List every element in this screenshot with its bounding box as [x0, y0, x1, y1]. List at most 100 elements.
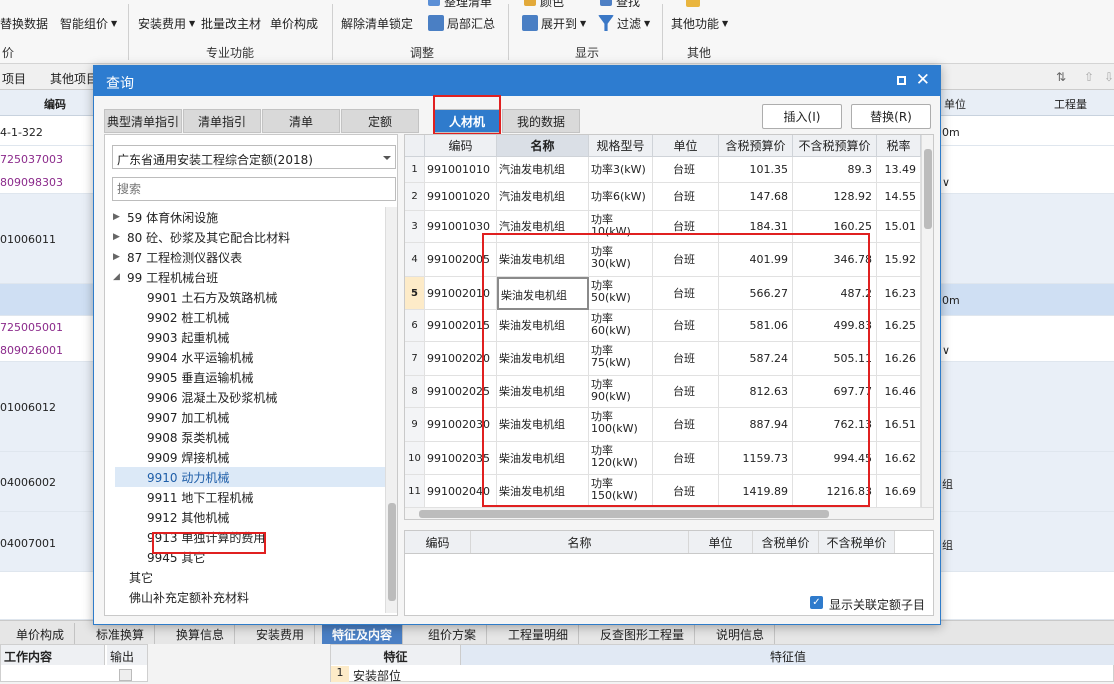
- row-number[interactable]: 7: [405, 342, 425, 376]
- cell-unit[interactable]: 台班: [653, 475, 719, 508]
- tree-node-selected[interactable]: 9910 动力机械: [115, 467, 385, 487]
- cell-code[interactable]: 991002010: [425, 277, 497, 310]
- cell-spec[interactable]: 功率3(kW): [589, 157, 653, 183]
- show-related-checkbox[interactable]: ✓: [810, 596, 823, 609]
- tree-scroll-thumb[interactable]: [388, 503, 396, 601]
- tab-install-fee[interactable]: 安装费用: [246, 623, 316, 644]
- cell-tax[interactable]: 16.23: [877, 277, 921, 310]
- cell-p2[interactable]: 499.83: [793, 310, 877, 342]
- cell-name[interactable]: 汽油发电机组: [497, 157, 589, 183]
- cell-unit[interactable]: 台班: [653, 310, 719, 342]
- cell-unit[interactable]: 台班: [653, 408, 719, 442]
- tree-scrollbar[interactable]: [385, 207, 397, 613]
- cell-spec[interactable]: 功率 60(kW): [589, 310, 653, 342]
- row-number[interactable]: 8: [405, 376, 425, 408]
- cell-tax[interactable]: 16.51: [877, 408, 921, 442]
- library-select[interactable]: 广东省通用安装工程综合定额(2018): [112, 145, 396, 169]
- expand-arrow-icon[interactable]: ▶: [113, 252, 127, 262]
- row-number[interactable]: 9: [405, 408, 425, 442]
- ribbon-top-other-icon[interactable]: [686, 0, 700, 8]
- cell-name[interactable]: 柴油发电机组: [497, 310, 589, 342]
- cell-tax[interactable]: 16.69: [877, 475, 921, 508]
- cell-name[interactable]: 柴油发电机组: [497, 442, 589, 475]
- cell-spec[interactable]: 功率 75(kW): [589, 342, 653, 376]
- tab-bill[interactable]: 清单: [262, 109, 340, 133]
- tree-node[interactable]: 9907 加工机械: [105, 407, 385, 427]
- cell-code[interactable]: 991002020: [425, 342, 497, 376]
- tab-typical-bill-guide[interactable]: 典型清单指引: [104, 109, 182, 133]
- cell-unit[interactable]: 台班: [653, 183, 719, 211]
- cell-tax[interactable]: 15.01: [877, 211, 921, 243]
- cell-spec[interactable]: 功率6(kW): [589, 183, 653, 211]
- cell-p2[interactable]: 505.11: [793, 342, 877, 376]
- col-header[interactable]: 含税预算价: [719, 135, 793, 157]
- ribbon-top-find[interactable]: 查找: [600, 0, 640, 9]
- batch-main-material-button[interactable]: 批量改主材: [201, 8, 261, 38]
- row-number[interactable]: 6: [405, 310, 425, 342]
- tree-node[interactable]: 9906 混凝土及砂浆机械: [105, 387, 385, 407]
- cell-code[interactable]: 991001020: [425, 183, 497, 211]
- cell-p1[interactable]: 887.94: [719, 408, 793, 442]
- tree-node[interactable]: 9912 其他机械: [105, 507, 385, 527]
- tree-node[interactable]: 9904 水平运输机械: [105, 347, 385, 367]
- cell-code[interactable]: 991002015: [425, 310, 497, 342]
- cell-code[interactable]: 991002005: [425, 243, 497, 277]
- cell-name[interactable]: 汽油发电机组: [497, 183, 589, 211]
- cell-p1[interactable]: 147.68: [719, 183, 793, 211]
- cell-code[interactable]: 991002025: [425, 376, 497, 408]
- cell-p2[interactable]: 487.2: [793, 277, 877, 310]
- tree-node[interactable]: ▶ 59 体育休闲设施: [105, 207, 385, 227]
- cell-spec[interactable]: 功率 90(kW): [589, 376, 653, 408]
- tab-unit-price[interactable]: 单价构成: [6, 623, 76, 644]
- replace-button[interactable]: 替换(R): [851, 104, 931, 129]
- tab-my-data[interactable]: 我的数据: [502, 109, 580, 133]
- tree-node[interactable]: ◢ 99 工程机械台班: [105, 267, 385, 287]
- tree-node[interactable]: 9903 起重机械: [105, 327, 385, 347]
- cell-code[interactable]: 991002040: [425, 475, 497, 508]
- cell-p1[interactable]: 1159.73: [719, 442, 793, 475]
- expand-arrow-icon[interactable]: ▶: [113, 232, 127, 242]
- tab-project[interactable]: 项目: [2, 70, 26, 87]
- cell-unit[interactable]: 台班: [653, 277, 719, 310]
- tab-std-conversion[interactable]: 标准换算: [86, 623, 156, 644]
- cell-spec[interactable]: 功率 150(kW): [589, 475, 653, 508]
- cell-tax[interactable]: 16.46: [877, 376, 921, 408]
- cell-code[interactable]: 991001010: [425, 157, 497, 183]
- cell-p2[interactable]: 697.77: [793, 376, 877, 408]
- tree-node[interactable]: 9902 桩工机械: [105, 307, 385, 327]
- col-header[interactable]: 名称: [497, 135, 589, 157]
- cell-p2[interactable]: 346.78: [793, 243, 877, 277]
- cell-tax[interactable]: 16.25: [877, 310, 921, 342]
- insert-button[interactable]: 插入(I): [762, 104, 842, 129]
- cell-unit[interactable]: 台班: [653, 442, 719, 475]
- cell-tax[interactable]: 15.92: [877, 243, 921, 277]
- partial-summary-button[interactable]: 局部汇总: [428, 8, 495, 38]
- table-hscroll-thumb[interactable]: [419, 510, 829, 518]
- cell-name[interactable]: 柴油发电机组: [497, 376, 589, 408]
- ribbon-top-color[interactable]: 颜色: [524, 0, 564, 9]
- cell-p1[interactable]: 184.31: [719, 211, 793, 243]
- cell-unit[interactable]: 台班: [653, 342, 719, 376]
- search-input[interactable]: [112, 177, 396, 201]
- cell-spec[interactable]: 功率 10(kW): [589, 211, 653, 243]
- cell-spec[interactable]: 功率 120(kW): [589, 442, 653, 475]
- row-number[interactable]: 2: [405, 183, 425, 211]
- unit-price-composition-button[interactable]: 单价构成: [270, 8, 318, 38]
- tree-node[interactable]: 9909 焊接机械: [105, 447, 385, 467]
- tab-quota[interactable]: 定额: [341, 109, 419, 133]
- tree-node[interactable]: 9901 土石方及筑路机械: [105, 287, 385, 307]
- cell-p2[interactable]: 762.13: [793, 408, 877, 442]
- maximize-icon[interactable]: [897, 76, 906, 85]
- cell-p2[interactable]: 160.25: [793, 211, 877, 243]
- tab-reverse-check[interactable]: 反查图形工程量: [590, 623, 696, 644]
- col-header[interactable]: 编码: [425, 135, 497, 157]
- smart-price-button[interactable]: 智能组价 ▼: [60, 8, 117, 38]
- cell-p2[interactable]: 1216.83: [793, 475, 877, 508]
- cell-p1[interactable]: 1419.89: [719, 475, 793, 508]
- tab-labor-material-machine[interactable]: 人材机: [434, 109, 500, 133]
- cell-tax[interactable]: 14.55: [877, 183, 921, 211]
- cell-code[interactable]: 991001030: [425, 211, 497, 243]
- col-header[interactable]: 不含税预算价: [793, 135, 877, 157]
- tree-node[interactable]: 9908 泵类机械: [105, 427, 385, 447]
- cell-p1[interactable]: 566.27: [719, 277, 793, 310]
